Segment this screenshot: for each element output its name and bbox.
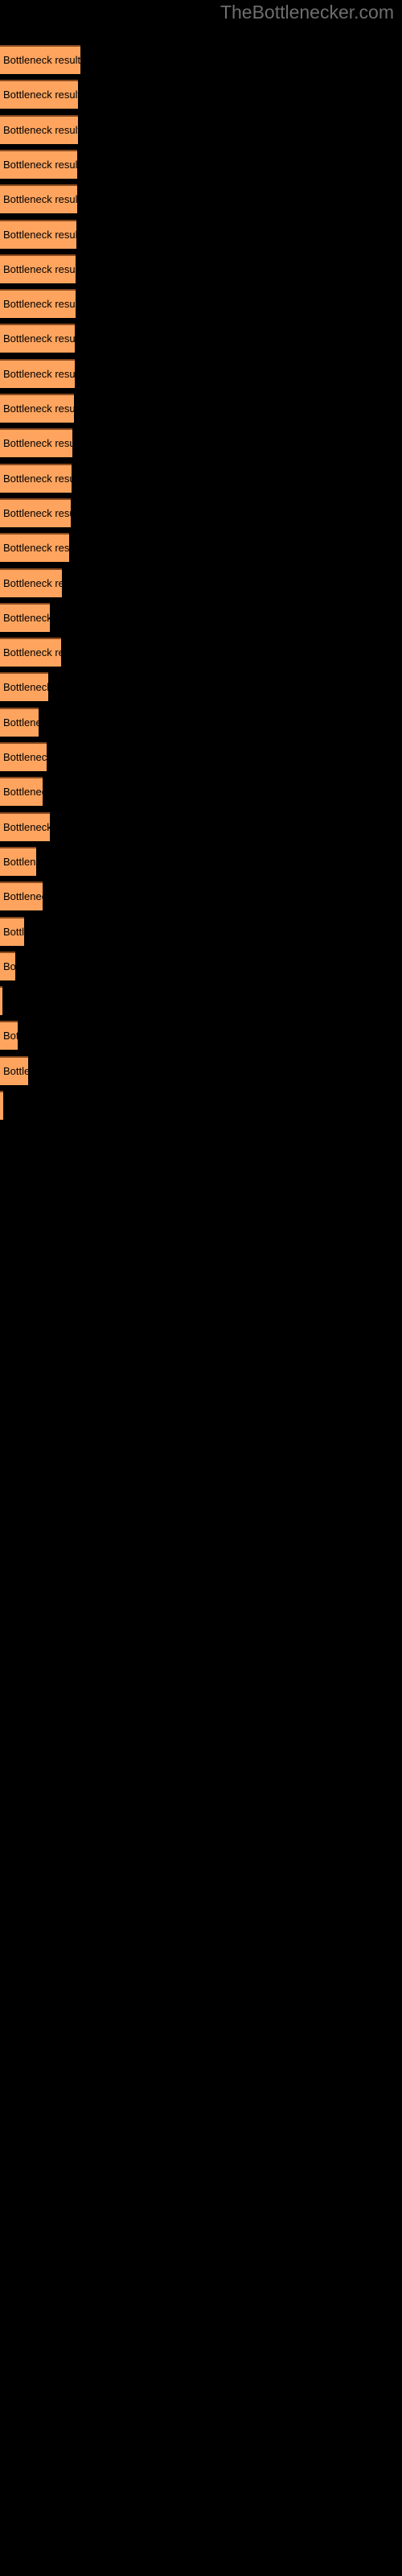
bar-label: Bottleneck result bbox=[3, 472, 72, 485]
bar[interactable]: Bottleneck result bbox=[0, 324, 75, 353]
bar-row: Bottleneck result bbox=[0, 114, 402, 144]
bar-row: Bottleneck result bbox=[0, 811, 402, 841]
bar-label: Bottleneck result bbox=[3, 681, 48, 694]
bar[interactable]: Bottleneck result bbox=[0, 149, 77, 179]
bar-row: Bottleneck result bbox=[0, 846, 402, 876]
bar-label: Bottleneck result bbox=[3, 1030, 18, 1042]
bar-label: Bottleneck result bbox=[3, 716, 39, 729]
bar-label: Bottleneck result bbox=[3, 960, 15, 972]
bar[interactable]: Bottleneck result bbox=[0, 289, 76, 319]
bar-label: Bottleneck result bbox=[3, 89, 78, 101]
bar-label: Bottleneck result bbox=[3, 925, 24, 938]
bar-row: Bottleneck result bbox=[0, 1021, 402, 1051]
bar-label: Bottleneck result bbox=[3, 123, 78, 136]
bar-label: Bottleneck result bbox=[3, 402, 74, 415]
bar-label: Bottleneck result bbox=[3, 786, 43, 799]
bar-label: Bottleneck result bbox=[3, 506, 71, 519]
bar[interactable]: Bottleneck result bbox=[0, 219, 76, 249]
bar[interactable]: Bottleneck result bbox=[0, 533, 69, 563]
bar-row: Bottleneck result bbox=[0, 358, 402, 388]
bar-row: Bottleneck result bbox=[0, 638, 402, 667]
bar[interactable]: Bottleneck result bbox=[0, 394, 74, 423]
bar[interactable]: Bottleneck result bbox=[0, 986, 2, 1016]
bar-row: Bottleneck result bbox=[0, 463, 402, 493]
bar-label: Bottleneck result bbox=[3, 751, 47, 763]
bar-row: Bottleneck result bbox=[0, 916, 402, 946]
bar-row: Bottleneck result bbox=[0, 45, 402, 74]
bar[interactable]: Bottleneck result bbox=[0, 1091, 3, 1120]
bar-label: Bottleneck result bbox=[3, 611, 50, 624]
bar-row: Bottleneck result bbox=[0, 707, 402, 737]
bar-row: Bottleneck result bbox=[0, 777, 402, 807]
bar-label: Bottleneck result bbox=[3, 228, 76, 241]
bar-row: Bottleneck result bbox=[0, 428, 402, 458]
bar-row: Bottleneck result bbox=[0, 742, 402, 771]
bar-label: Bottleneck result bbox=[3, 890, 43, 903]
bar[interactable]: Bottleneck result bbox=[0, 951, 15, 980]
bar[interactable]: Bottleneck result bbox=[0, 846, 36, 876]
bar-label: Bottleneck result bbox=[3, 437, 72, 450]
bar[interactable]: Bottleneck result bbox=[0, 254, 76, 283]
bar-row: Bottleneck result bbox=[0, 568, 402, 597]
bar[interactable]: Bottleneck result bbox=[0, 638, 61, 667]
bar[interactable]: Bottleneck result bbox=[0, 707, 39, 737]
bar[interactable]: Bottleneck result bbox=[0, 463, 72, 493]
bar-row: Bottleneck result bbox=[0, 254, 402, 283]
bar-row: Bottleneck result bbox=[0, 394, 402, 423]
bar-label: Bottleneck result bbox=[3, 576, 62, 589]
bar[interactable]: Bottleneck result bbox=[0, 497, 71, 527]
bar-label: Bottleneck result bbox=[3, 646, 61, 659]
bar[interactable]: Bottleneck result bbox=[0, 1055, 28, 1085]
bar[interactable]: Bottleneck result bbox=[0, 742, 47, 771]
bar-label: Bottleneck result bbox=[3, 332, 75, 345]
bar-row: Bottleneck result bbox=[0, 289, 402, 319]
bar-row: Bottleneck result bbox=[0, 497, 402, 527]
bar[interactable]: Bottleneck result bbox=[0, 358, 75, 388]
bar[interactable]: Bottleneck result bbox=[0, 45, 80, 74]
bar-label: Bottleneck result bbox=[3, 855, 36, 868]
bar[interactable]: Bottleneck result bbox=[0, 602, 50, 632]
bar-label: Bottleneck result bbox=[3, 367, 75, 380]
bar-row: Bottleneck result bbox=[0, 951, 402, 980]
bar-row: Bottleneck result bbox=[0, 219, 402, 249]
bottleneck-bar-chart: Bottleneck result Bottleneck result Bottle… bbox=[0, 0, 402, 2576]
bar[interactable]: Bottleneck result bbox=[0, 811, 50, 841]
bar-row: Bottleneck result bbox=[0, 986, 402, 1016]
bar[interactable]: Bottleneck result bbox=[0, 881, 43, 911]
bar[interactable]: Bottleneck result bbox=[0, 672, 48, 702]
bar-row: Bottleneck result bbox=[0, 881, 402, 911]
bar-row: Bottleneck result bbox=[0, 602, 402, 632]
bar-label: Bottleneck result bbox=[3, 54, 80, 66]
bar-row: Bottleneck result bbox=[0, 1055, 402, 1085]
bar-label: Bottleneck result bbox=[3, 158, 77, 171]
bar-row: Bottleneck result bbox=[0, 324, 402, 353]
bar-label: Bottleneck result bbox=[3, 193, 77, 206]
bar-label: Bottleneck result bbox=[3, 1064, 28, 1077]
bar[interactable]: Bottleneck result bbox=[0, 777, 43, 807]
bar-row: Bottleneck result bbox=[0, 184, 402, 214]
bar-label: Bottleneck result bbox=[3, 542, 69, 555]
bar[interactable]: Bottleneck result bbox=[0, 428, 72, 458]
bar[interactable]: Bottleneck result bbox=[0, 184, 77, 214]
bar-row: Bottleneck result bbox=[0, 1091, 402, 1120]
bar[interactable]: Bottleneck result bbox=[0, 1021, 18, 1051]
bar[interactable]: Bottleneck result bbox=[0, 568, 62, 597]
bar-row: Bottleneck result bbox=[0, 672, 402, 702]
bar-row: Bottleneck result bbox=[0, 533, 402, 563]
bar-label: Bottleneck result bbox=[3, 262, 76, 275]
bar-row: Bottleneck result bbox=[0, 149, 402, 179]
bar[interactable]: Bottleneck result bbox=[0, 114, 78, 144]
bar[interactable]: Bottleneck result bbox=[0, 916, 24, 946]
bar[interactable]: Bottleneck result bbox=[0, 80, 78, 109]
bar-label: Bottleneck result bbox=[3, 298, 76, 311]
bar-row: Bottleneck result bbox=[0, 80, 402, 109]
bar-label: Bottleneck result bbox=[3, 820, 50, 833]
